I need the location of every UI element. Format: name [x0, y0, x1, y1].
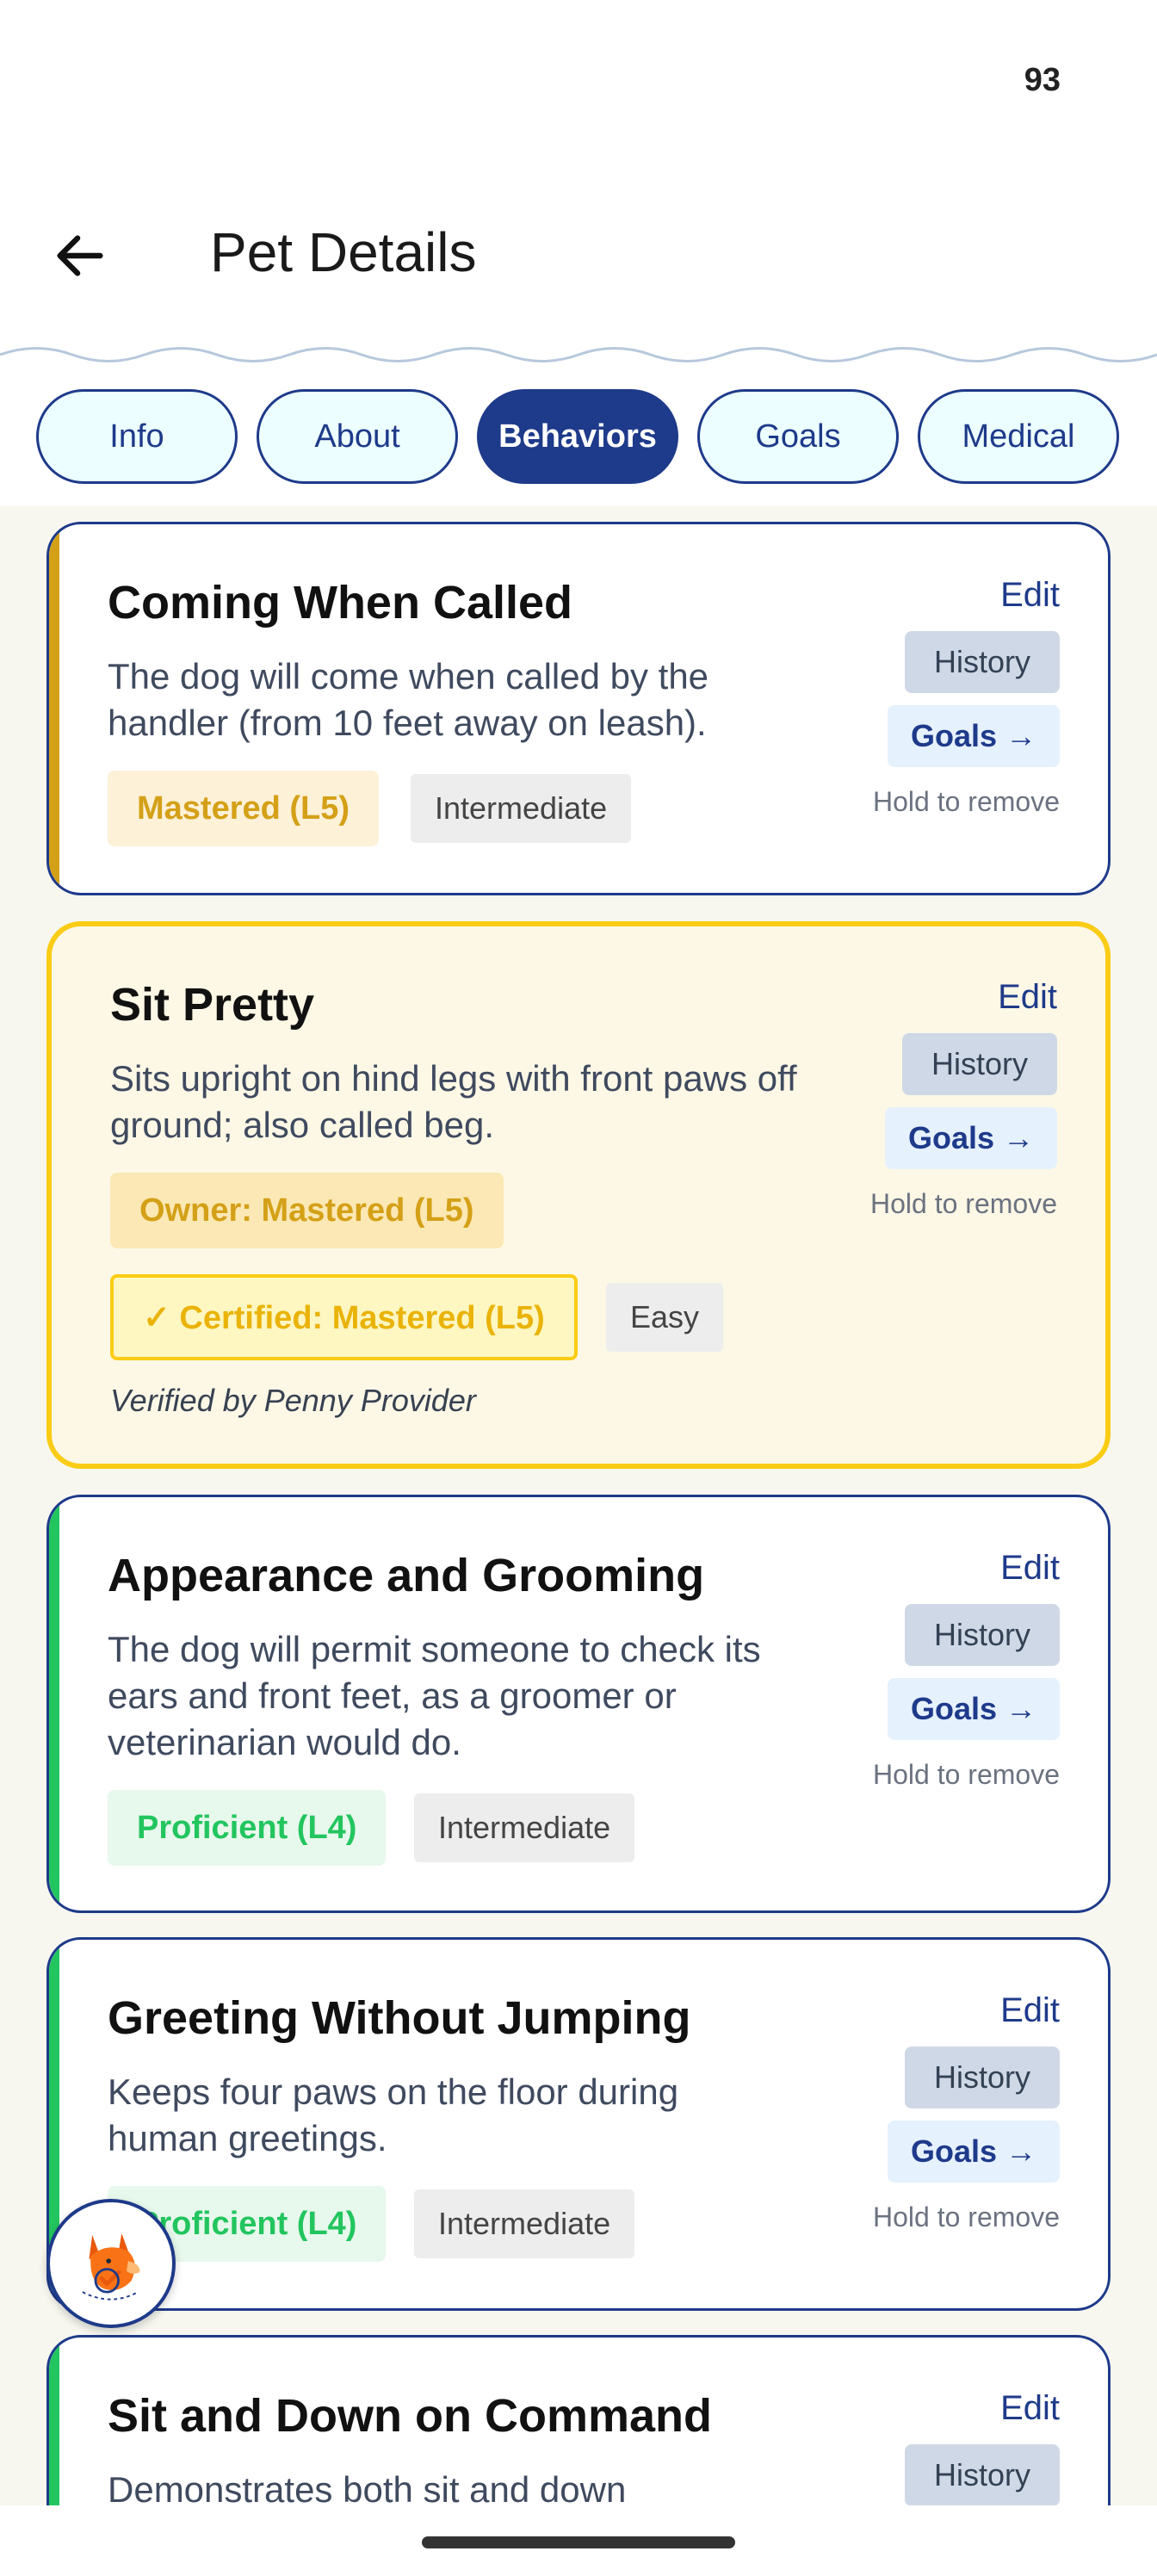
difficulty-tag: Intermediate	[414, 2189, 635, 2258]
page-title: Pet Details	[210, 221, 477, 283]
behavior-title: Sit Pretty	[110, 979, 315, 1031]
hold-to-remove-hint: Hold to remove	[873, 1759, 1060, 1790]
tab-about[interactable]: About	[257, 389, 458, 484]
difficulty-tag: Intermediate	[411, 774, 632, 843]
tab-medical[interactable]: Medical	[918, 389, 1119, 484]
edit-link[interactable]: Edit	[1000, 2389, 1060, 2428]
dog-mascot-fab[interactable]	[46, 2199, 176, 2328]
edit-link[interactable]: Edit	[998, 978, 1057, 1017]
behavior-card[interactable]: Coming When Called The dog will come whe…	[46, 522, 1111, 895]
edit-link[interactable]: Edit	[1000, 576, 1060, 615]
tab-behaviors[interactable]: Behaviors	[477, 389, 678, 484]
history-button[interactable]: History	[905, 631, 1060, 693]
behavior-title: Coming When Called	[108, 577, 572, 629]
behavior-description: Sits upright on hind legs with front paw…	[110, 1058, 797, 1145]
certified-status-badge: ✓ Certified: Mastered (L5)	[110, 1274, 578, 1360]
history-button[interactable]: History	[905, 1604, 1060, 1666]
tab-info[interactable]: Info	[36, 389, 238, 484]
behavior-description: Keeps four paws on the floor during huma…	[108, 2071, 679, 2158]
tab-bar: Info About Behaviors Goals Medical	[0, 389, 1157, 486]
goals-button[interactable]: Goals →	[888, 2121, 1060, 2183]
home-indicator[interactable]	[422, 2536, 735, 2548]
behaviors-list: Coming When Called The dog will come whe…	[0, 506, 1157, 2505]
hold-to-remove-hint: Hold to remove	[873, 2201, 1060, 2232]
goals-button[interactable]: Goals →	[885, 1107, 1057, 1169]
difficulty-tag: Easy	[606, 1283, 724, 1352]
battery-level: 93	[1024, 62, 1061, 98]
edit-link[interactable]: Edit	[1000, 1991, 1060, 2030]
behavior-card[interactable]: Appearance and Grooming The dog will per…	[46, 1495, 1111, 1913]
hold-to-remove-hint: Hold to remove	[873, 786, 1060, 817]
behavior-title: Sit and Down on Command	[108, 2390, 712, 2442]
app-bar: Pet Details	[0, 198, 1157, 310]
wave-divider	[0, 347, 1157, 362]
history-button[interactable]: History	[905, 2047, 1060, 2108]
goals-button[interactable]: Goals →	[888, 705, 1060, 767]
behavior-card[interactable]: Greeting Without Jumping Keeps four paws…	[46, 1937, 1111, 2311]
arrow-left-icon[interactable]	[50, 226, 110, 286]
status-badge: Mastered (L5)	[108, 771, 380, 846]
goals-button[interactable]: Goals →	[888, 1678, 1060, 1740]
behavior-description: Demonstrates both sit and down	[108, 2469, 627, 2505]
behavior-description: The dog will permit someone to check its…	[108, 1629, 761, 1762]
status-badge: Proficient (L4)	[108, 1790, 387, 1866]
history-button[interactable]: History	[902, 1033, 1057, 1095]
history-button[interactable]: History	[905, 2444, 1060, 2505]
behavior-title: Appearance and Grooming	[108, 1550, 705, 1601]
behavior-title: Greeting Without Jumping	[108, 1992, 691, 2044]
behavior-description: The dog will come when called by the han…	[108, 656, 709, 743]
behavior-card[interactable]: Sit and Down on Command Demonstrates bot…	[46, 2335, 1111, 2505]
owner-status-badge: Owner: Mastered (L5)	[110, 1173, 504, 1248]
difficulty-tag: Intermediate	[414, 1793, 635, 1862]
behavior-card-certified[interactable]: Sit Pretty Sits upright on hind legs wit…	[46, 921, 1111, 1469]
edit-link[interactable]: Edit	[1000, 1549, 1060, 1588]
tab-goals[interactable]: Goals	[697, 389, 899, 484]
verified-by-text: Verified by Penny Provider	[110, 1383, 476, 1418]
dog-mascot-icon	[82, 2232, 140, 2300]
hold-to-remove-hint: Hold to remove	[870, 1188, 1057, 1219]
